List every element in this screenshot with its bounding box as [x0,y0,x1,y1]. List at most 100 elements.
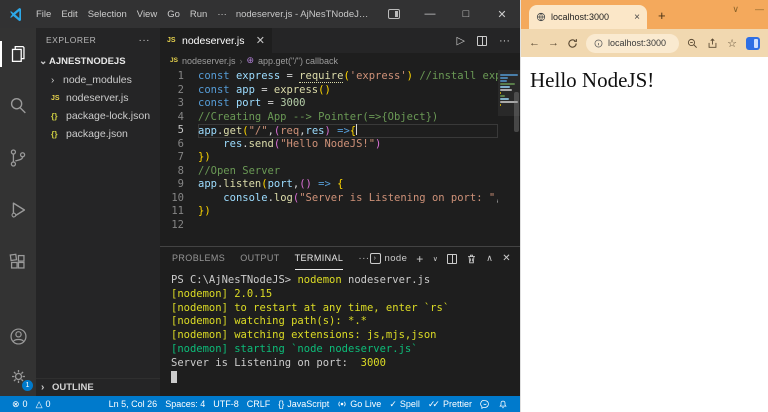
side-panel-icon[interactable] [746,37,760,50]
status-left: ⊗0 △0 [8,399,55,410]
back-button[interactable]: ← [529,38,540,49]
menu-selection[interactable]: Selection [83,9,132,20]
breadcrumb[interactable]: JS nodeserver.js › ⊕ app.get("/") callba… [160,53,520,68]
trash-icon[interactable] [466,253,477,265]
editor-scrollbar[interactable] [514,92,519,132]
menu-go[interactable]: Go [162,9,185,20]
explorer-item-node-modules[interactable]: › node_modules [36,71,160,89]
line-number: 6 [160,138,184,152]
forward-button[interactable]: → [548,38,559,49]
status-spell[interactable]: ✓Spell [385,399,424,410]
tab-terminal[interactable]: TERMINAL [295,247,344,270]
problems-warnings[interactable]: △0 [32,399,55,410]
zoom-icon[interactable] [687,38,698,49]
code-line[interactable]: //Open Server [198,165,498,179]
activity-source-control[interactable] [0,132,36,184]
close-tab-icon[interactable]: × [634,12,640,23]
terminal-line: [nodemon] to restart at any time, enter … [171,302,520,316]
explorer-root-folder[interactable]: ⌄ AJNESTNODEJS [36,52,160,71]
tab-problems[interactable]: PROBLEMS [172,247,225,270]
outline-section[interactable]: › OUTLINE [36,378,160,396]
menu-view[interactable]: View [132,9,162,20]
layout-toggle-button[interactable] [376,0,412,28]
bookmark-star-icon[interactable]: ☆ [727,37,737,50]
activity-extensions[interactable] [0,236,36,288]
tab-nodeserver-js[interactable]: JS nodeserver.js ✕ [160,28,272,53]
terminal-line: [nodemon] watching extensions: js,mjs,js… [171,329,520,343]
new-tab-button[interactable]: + [658,9,666,22]
activity-run-debug[interactable] [0,184,36,236]
explorer-item-nodeserver-js[interactable]: JS nodeserver.js [36,89,160,107]
status-cursor-position[interactable]: Ln 5, Col 26 [105,399,162,409]
run-file-button[interactable]: ▷ [457,34,465,47]
tab-output[interactable]: OUTPUT [240,247,279,270]
panel-more-tabs[interactable]: ··· [358,253,369,264]
split-editor-button[interactable] [477,36,487,46]
code-line[interactable] [198,219,498,233]
warning-icon: △ [36,399,43,410]
activity-explorer[interactable] [0,28,36,80]
url-text[interactable]: localhost:3000 [608,38,666,48]
code-line[interactable]: //Creating App --> Pointer(=>{Object}) [198,111,498,125]
share-icon[interactable] [707,38,718,49]
line-number: 11 [160,205,184,219]
status-go-live[interactable]: Go Live [333,399,385,409]
menu-file[interactable]: File [31,9,56,20]
maximize-button[interactable]: □ [448,0,484,28]
new-terminal-button[interactable]: + [416,252,423,266]
code-line[interactable]: const app = express() [198,84,498,98]
menu-more[interactable]: ··· [212,9,232,20]
status-notifications[interactable] [494,399,512,410]
code-line[interactable]: app.listen(port,() => { [198,178,498,192]
browser-window: localhost:3000 × + ∨ — ← → localhost:300… [520,0,768,412]
address-bar[interactable]: localhost:3000 [586,34,679,53]
settings-badge: 1 [22,380,33,391]
browser-frame-buttons: ∨ — [732,4,764,15]
code-line[interactable]: app.get("/",(req,res) =>{ [198,124,498,138]
browser-tab[interactable]: localhost:3000 × [529,5,647,29]
terminal-shell-selector[interactable]: › node [370,253,408,264]
line-number: 3 [160,97,184,111]
tab-search-chevron-icon[interactable]: ∨ [732,4,739,15]
settings-button[interactable]: 1 [0,356,36,396]
explorer-item-package-json[interactable]: {} package.json [36,125,160,143]
breadcrumb-symbol[interactable]: app.get("/") callback [258,56,338,66]
minimize-button[interactable]: — [755,4,764,15]
check-icon: ✓ [389,399,397,410]
code-line[interactable]: }) [198,205,498,219]
activity-search[interactable] [0,80,36,132]
close-window-button[interactable]: ✕ [484,0,520,28]
line-number: 9 [160,178,184,192]
minimap-line [500,92,501,94]
maximize-panel-icon[interactable]: ∧ [486,253,493,264]
split-terminal-button[interactable] [447,254,457,264]
code-line[interactable]: console.log("Server is Listening on port… [198,192,498,206]
minimize-button[interactable]: — [412,0,448,28]
editor-column: JS nodeserver.js ✕ ▷ ··· JS nodeserver.j… [160,28,520,396]
breadcrumb-file[interactable]: nodeserver.js [182,56,236,66]
status-eol[interactable]: CRLF [243,399,275,409]
close-panel-icon[interactable]: ✕ [502,253,511,264]
problems-errors[interactable]: ⊗0 [8,399,32,410]
status-indentation[interactable]: Spaces: 4 [161,399,209,409]
explorer-item-package-lock-json[interactable]: {} package-lock.json [36,107,160,125]
status-encoding[interactable]: UTF-8 [209,399,243,409]
more-actions-button[interactable]: ··· [499,35,510,47]
status-language[interactable]: {}JavaScript [274,399,333,409]
menu-edit[interactable]: Edit [56,9,82,20]
status-prettier[interactable]: ✓✓Prettier [424,399,476,410]
status-feedback[interactable] [476,399,494,409]
explorer-more-actions[interactable]: ··· [139,35,151,46]
terminal-dropdown-icon[interactable]: ∨ [433,255,439,263]
code-line[interactable]: const port = 3000 [198,97,498,111]
code-editor[interactable]: 123456789101112 const express = require(… [160,68,520,246]
accounts-button[interactable] [0,316,36,356]
code-line[interactable]: const express = require('express') //ins… [198,70,498,84]
close-tab-icon[interactable]: ✕ [256,34,265,47]
terminal-content[interactable]: PS C:\AjNesTNodeJS> nodemon nodeserver.j… [160,270,520,396]
file-label: package-lock.json [66,110,150,122]
menu-run[interactable]: Run [185,9,212,20]
code-line[interactable]: res.send("Hello NodeJS!") [198,138,498,152]
reload-button[interactable] [567,38,578,49]
code-line[interactable]: }) [198,151,498,165]
